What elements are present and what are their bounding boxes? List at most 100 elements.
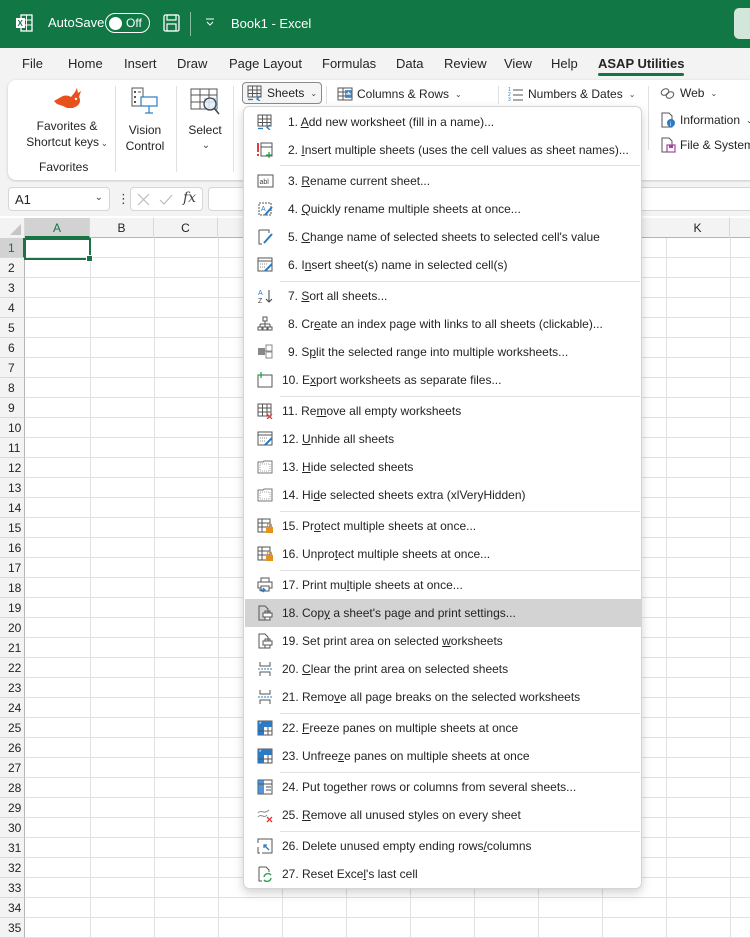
row-header-12[interactable]: 12 [0, 458, 25, 478]
row-header-1[interactable]: 1 [0, 238, 25, 258]
tab-data[interactable]: Data [396, 56, 423, 71]
select-button[interactable]: Select ⌄ [180, 86, 230, 154]
sheets-dropdown-button[interactable]: Sheets ⌄ [242, 82, 323, 104]
menu-item-13[interactable]: 13. Hide selected sheets [245, 453, 641, 481]
row-header-10[interactable]: 10 [0, 418, 25, 438]
cancel-icon[interactable] [137, 193, 150, 206]
save-icon[interactable] [163, 14, 180, 32]
row-header-18[interactable]: 18 [0, 578, 25, 598]
information-icon: i [661, 112, 675, 128]
row-header-25[interactable]: 25 [0, 718, 25, 738]
row-header-22[interactable]: 22 [0, 658, 25, 678]
row-header-27[interactable]: 27 [0, 758, 25, 778]
menu-item-21[interactable]: 21. Remove all page breaks on the select… [245, 683, 641, 711]
menu-item-15[interactable]: 15. Protect multiple sheets at once... [245, 512, 641, 540]
more-options-icon[interactable]: ⋮ [117, 191, 130, 207]
menu-item-4[interactable]: A 4. Quickly rename multiple sheets at on… [245, 195, 641, 223]
row-header-33[interactable]: 33 [0, 878, 25, 898]
menu-item-14[interactable]: 14. Hide selected sheets extra (xlVeryHi… [245, 481, 641, 509]
tab-draw[interactable]: Draw [177, 56, 207, 71]
menu-item-11[interactable]: 11. Remove all empty worksheets [245, 397, 641, 425]
tab-formulas[interactable]: Formulas [322, 56, 376, 71]
menu-item-6[interactable]: 6. Insert sheet(s) name in selected cell… [245, 251, 641, 279]
menu-item-23[interactable]: * 23. Unfreeze panes on multiple sheets a… [245, 742, 641, 770]
menu-item-16[interactable]: 16. Unprotect multiple sheets at once... [245, 540, 641, 568]
vision-control-button[interactable]: Vision Control [120, 86, 170, 154]
menu-item-10[interactable]: 10. Export worksheets as separate files.… [245, 366, 641, 394]
row-header-23[interactable]: 23 [0, 678, 25, 698]
column-header-c[interactable]: C [154, 218, 218, 238]
columns-rows-button[interactable]: Columns & Rows ⌄ [337, 86, 462, 102]
column-header-k[interactable]: K [666, 218, 730, 238]
tab-asap-utilities[interactable]: ASAP Utilities [598, 56, 685, 76]
tab-file[interactable]: File [22, 56, 43, 71]
row-header-30[interactable]: 30 [0, 818, 25, 838]
menu-item-18[interactable]: 18. Copy a sheet's page and print settin… [245, 599, 641, 627]
column-header-b[interactable]: B [90, 218, 154, 238]
tab-help[interactable]: Help [551, 56, 578, 71]
row-header-9[interactable]: 9 [0, 398, 25, 418]
menu-item-20[interactable]: 20. Clear the print area on selected she… [245, 655, 641, 683]
customize-qat-icon[interactable] [204, 16, 216, 28]
menu-item-5[interactable]: 5. Change name of selected sheets to sel… [245, 223, 641, 251]
tab-review[interactable]: Review [444, 56, 487, 71]
row-header-31[interactable]: 31 [0, 838, 25, 858]
favorites-button[interactable]: Favorites & Shortcut keys ⌄ [14, 86, 120, 152]
row-header-6[interactable]: 6 [0, 338, 25, 358]
menu-item-24[interactable]: 24. Put together rows or columns from se… [245, 773, 641, 801]
web-button[interactable]: Web ⌄ [660, 86, 717, 100]
row-header-32[interactable]: 32 [0, 858, 25, 878]
active-cell-a1[interactable] [24, 238, 93, 262]
menu-item-19[interactable]: 19. Set print area on selected worksheet… [245, 627, 641, 655]
name-box[interactable]: A1 ⌄ [8, 187, 110, 211]
row-header-13[interactable]: 13 [0, 478, 25, 498]
favorites-label-line1: Favorites & [36, 119, 98, 133]
menu-item-25[interactable]: 25. Remove all unused styles on every sh… [245, 801, 641, 829]
row-header-2[interactable]: 2 [0, 258, 25, 278]
menu-item-17[interactable]: 17. Print multiple sheets at once... [245, 571, 641, 599]
enter-check-icon[interactable] [159, 193, 173, 206]
row-header-21[interactable]: 21 [0, 638, 25, 658]
row-header-11[interactable]: 11 [0, 438, 25, 458]
menu-item-26[interactable]: 26. Delete unused empty ending rows/colu… [245, 832, 641, 860]
row-header-29[interactable]: 29 [0, 798, 25, 818]
row-header-34[interactable]: 34 [0, 898, 25, 918]
tab-home[interactable]: Home [68, 56, 103, 71]
tab-insert[interactable]: Insert [124, 56, 157, 71]
row-header-26[interactable]: 26 [0, 738, 25, 758]
chevron-down-icon[interactable]: ⌄ [95, 192, 103, 203]
menu-item-22[interactable]: * 22. Freeze panes on multiple sheets at … [245, 714, 641, 742]
menu-item-3[interactable]: abl 3. Rename current sheet... [245, 167, 641, 195]
menu-item-2[interactable]: 2. Insert multiple sheets (uses the cell… [245, 136, 641, 164]
row-header-7[interactable]: 7 [0, 358, 25, 378]
row-header-17[interactable]: 17 [0, 558, 25, 578]
select-all-button[interactable] [0, 218, 25, 238]
file-system-button[interactable]: File & System [660, 137, 750, 153]
row-header-16[interactable]: 16 [0, 538, 25, 558]
tab-view[interactable]: View [504, 56, 532, 71]
column-header-a[interactable]: A [25, 218, 90, 238]
row-header-5[interactable]: 5 [0, 318, 25, 338]
row-header-15[interactable]: 15 [0, 518, 25, 538]
search-box[interactable] [734, 8, 750, 39]
row-header-14[interactable]: 14 [0, 498, 25, 518]
row-header-28[interactable]: 28 [0, 778, 25, 798]
row-header-35[interactable]: 35 [0, 918, 25, 938]
information-button[interactable]: i Information ⌄ [660, 112, 750, 128]
menu-item-12[interactable]: 12. Unhide all sheets [245, 425, 641, 453]
menu-item-9[interactable]: 9. Split the selected range into multipl… [245, 338, 641, 366]
row-header-19[interactable]: 19 [0, 598, 25, 618]
row-header-24[interactable]: 24 [0, 698, 25, 718]
menu-item-7[interactable]: A Z 7. Sort all sheets... [245, 282, 641, 310]
row-header-8[interactable]: 8 [0, 378, 25, 398]
menu-item-8[interactable]: 8. Create an index page with links to al… [245, 310, 641, 338]
numbers-dates-button[interactable]: 1 2 3 Numbers & Dates ⌄ [508, 86, 635, 102]
tab-page-layout[interactable]: Page Layout [229, 56, 302, 71]
autosave-toggle[interactable]: Off [105, 13, 150, 33]
row-header-3[interactable]: 3 [0, 278, 25, 298]
insert-function-icon[interactable]: fx [183, 190, 196, 206]
row-header-20[interactable]: 20 [0, 618, 25, 638]
row-header-4[interactable]: 4 [0, 298, 25, 318]
menu-item-27[interactable]: 27. Reset Excel's last cell [245, 860, 641, 888]
menu-item-1[interactable]: 1. Add new worksheet (fill in a name)... [245, 108, 641, 136]
